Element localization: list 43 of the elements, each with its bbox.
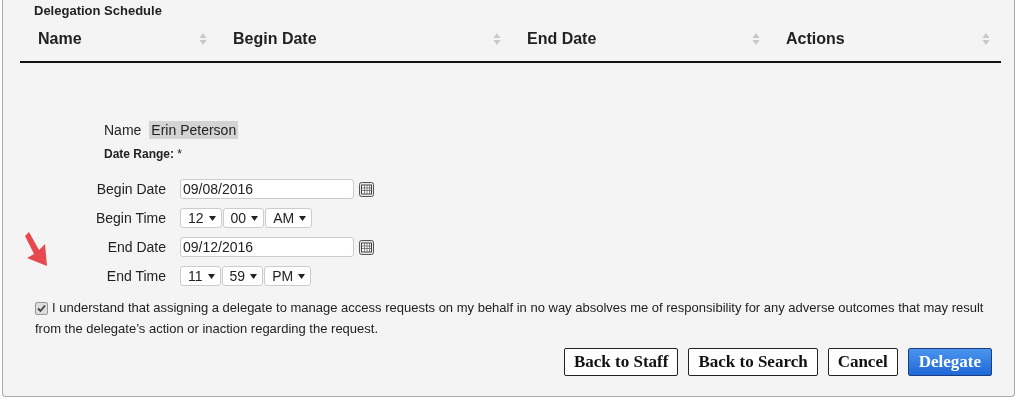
dropdown-caret-icon bbox=[251, 215, 259, 221]
required-mark: * bbox=[177, 147, 183, 161]
column-label: Actions bbox=[786, 30, 845, 48]
time-select[interactable]: PM bbox=[264, 266, 312, 286]
section-title: Delegation Schedule bbox=[33, 2, 163, 20]
dropdown-caret-icon bbox=[298, 273, 306, 279]
sort-icon bbox=[982, 32, 990, 46]
field-label: End Date bbox=[106, 239, 166, 255]
action-button[interactable]: Cancel bbox=[827, 348, 898, 376]
time-select[interactable]: 11 bbox=[180, 266, 221, 286]
sort-icon bbox=[493, 32, 501, 46]
column-label: Begin Date bbox=[233, 30, 317, 48]
calendar-icon[interactable] bbox=[359, 181, 374, 197]
time-select[interactable]: AM bbox=[265, 208, 313, 228]
action-button[interactable]: Back to Search bbox=[688, 348, 818, 376]
column-header[interactable]: Begin Date bbox=[215, 21, 509, 57]
dropdown-caret-icon bbox=[207, 273, 215, 279]
dropdown-caret-icon bbox=[208, 215, 216, 221]
time-select[interactable]: 59 bbox=[221, 266, 264, 286]
column-header[interactable]: Actions bbox=[768, 21, 998, 57]
name-label: Name bbox=[104, 122, 142, 138]
column-label: Name bbox=[38, 30, 82, 48]
date-field[interactable]: 09/08/2016 bbox=[180, 179, 354, 199]
action-button[interactable]: Back to Staff bbox=[563, 348, 679, 376]
field-label: Begin Time bbox=[94, 210, 166, 226]
column-header[interactable]: Name bbox=[20, 21, 215, 57]
time-select[interactable]: 12 bbox=[180, 208, 222, 228]
column-header[interactable]: End Date bbox=[509, 21, 768, 57]
field-label: Begin Date bbox=[95, 181, 166, 197]
field-label: End Time bbox=[105, 268, 166, 284]
dropdown-caret-icon bbox=[250, 273, 258, 279]
agreement-text: I understand that assigning a delegate to manage access requests on my behalf in no way absolves me of responsibility for any adverse outcomes that may result from the delegate’s action or inaction regarding the request. bbox=[35, 299, 985, 338]
name-value: Erin Peterson bbox=[149, 121, 239, 139]
calendar-icon[interactable] bbox=[359, 239, 374, 255]
sort-icon bbox=[199, 32, 207, 46]
delegate-button[interactable]: Delegate bbox=[907, 348, 992, 376]
sort-icon bbox=[752, 32, 760, 46]
agreement-checkbox[interactable] bbox=[35, 302, 48, 315]
column-label: End Date bbox=[527, 30, 597, 48]
date-field[interactable]: 09/12/2016 bbox=[180, 237, 354, 257]
dropdown-caret-icon bbox=[299, 215, 307, 221]
time-select[interactable]: 00 bbox=[222, 208, 265, 228]
date-range-label: Date Range: bbox=[104, 147, 174, 161]
